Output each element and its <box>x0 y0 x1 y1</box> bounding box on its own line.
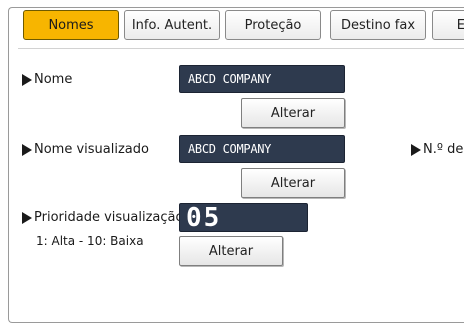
address-book-panel <box>8 7 464 323</box>
arrow-right-icon <box>22 73 32 86</box>
registration-number-label-text: N.º de <box>423 142 464 157</box>
tab-names[interactable]: Nomes <box>23 10 119 40</box>
tab-divider <box>18 48 464 49</box>
tab-email[interactable]: E <box>432 10 464 40</box>
display-name-label-text: Nome visualizado <box>34 142 149 157</box>
change-priority-button[interactable]: Alterar <box>179 236 283 266</box>
display-name-field: ABCD COMPANY <box>179 135 345 163</box>
tab-protection[interactable]: Proteção <box>225 10 321 40</box>
change-name-button[interactable]: Alterar <box>241 98 345 128</box>
display-priority-label-text: Prioridade visualização <box>34 210 184 225</box>
priority-range-hint: 1: Alta - 10: Baixa <box>36 234 144 248</box>
tab-auth-info[interactable]: Info. Autent. <box>124 10 220 40</box>
display-name-label: Nome visualizado <box>22 142 149 157</box>
change-display-name-button[interactable]: Alterar <box>241 168 345 198</box>
name-label: Nome <box>22 72 72 87</box>
registration-number-label: N.º de <box>411 142 463 157</box>
arrow-right-icon <box>22 211 32 224</box>
display-priority-label: Prioridade visualização <box>22 210 183 225</box>
name-field: ABCD COMPANY <box>179 65 345 93</box>
arrow-right-icon <box>22 143 32 156</box>
display-priority-field: 05 <box>179 203 308 233</box>
name-label-text: Nome <box>34 72 73 87</box>
tab-fax-destination[interactable]: Destino fax <box>330 10 426 40</box>
arrow-right-icon <box>411 143 421 156</box>
